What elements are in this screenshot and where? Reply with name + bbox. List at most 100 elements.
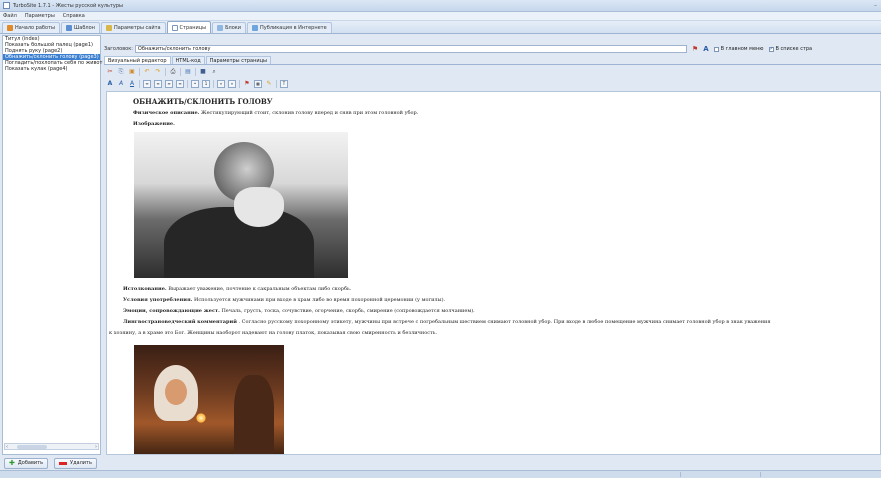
add-page-button[interactable]: ✚ Добавить (4, 457, 49, 469)
linguistic-comment: Лингвострановедческий комментарий . Согл… (123, 319, 771, 325)
undo-icon[interactable]: ↶ (143, 68, 151, 76)
add-page-label: Добавить (17, 460, 44, 466)
title-label: Заголовок: (104, 46, 133, 52)
outdent-icon[interactable]: « (217, 80, 225, 88)
align-center-icon[interactable]: ≡ (154, 80, 162, 88)
pages-icon (171, 24, 178, 31)
page-list-checkbox-label: В списке стра (775, 46, 813, 52)
interpretation-label: Истолкование. (123, 286, 167, 292)
status-bar (0, 470, 881, 478)
scroll-left-icon[interactable]: ‹ (6, 444, 8, 450)
minimize-icon[interactable]: – (863, 2, 877, 9)
photo-woman-candle[interactable] (134, 345, 284, 454)
redo-icon[interactable]: ↷ (154, 68, 162, 76)
photo-candle-flame (196, 413, 206, 423)
photo-figure-beard (234, 187, 284, 227)
photo-background-figure (234, 375, 274, 454)
page-editor: Заголовок: Обнажить/склонить голову ⚑ A … (104, 35, 881, 455)
blocks-icon (217, 25, 224, 31)
copy-icon[interactable]: ⎘ (117, 68, 125, 76)
delete-page-label: Удалить (70, 460, 92, 466)
bullet-list-icon[interactable]: • (191, 80, 199, 88)
tab-blocks[interactable]: Блоки (212, 22, 247, 33)
page-actions: ✚ Добавить Удалить (4, 456, 97, 470)
tab-template[interactable]: Шаблон (60, 22, 100, 33)
menu-file[interactable]: Файл (3, 13, 17, 19)
text-style-icon[interactable]: A (703, 45, 708, 53)
interpretation: Истолкование. Выражает уважение, почтени… (123, 286, 351, 292)
content-heading: ОБНАЖИТЬ/СКЛОНИТЬ ГОЛОВУ (133, 97, 273, 106)
tab-html-code[interactable]: HTML-код (171, 56, 205, 64)
main-tabbar: Начало работы Шаблон Параметры сайта Стр… (0, 21, 881, 34)
scroll-right-icon[interactable]: › (95, 444, 97, 450)
page-list-checkbox[interactable]: В списке стра (768, 46, 813, 52)
checkbox-box[interactable] (713, 46, 719, 52)
align-right-icon[interactable]: ≡ (165, 80, 173, 88)
tab-page-settings[interactable]: Параметры страницы (205, 56, 271, 64)
tab-label: Блоки (225, 25, 242, 31)
highlight-icon[interactable]: ✎ (265, 80, 273, 88)
editor-subtabs: Визуальный редактор HTML-код Параметры с… (104, 56, 881, 65)
toolbar-separator (239, 80, 240, 88)
emotions: Эмоции, сопровождающие жест. Печаль, гру… (123, 308, 475, 314)
main-menu-checkbox[interactable]: В главном меню (713, 46, 764, 52)
status-segment (680, 472, 681, 477)
tab-publish[interactable]: Публикация в Интернете (247, 22, 332, 33)
checkbox-box-checked[interactable] (768, 46, 774, 52)
page-title-field[interactable]: Обнажить/склонить голову (134, 45, 687, 53)
link-icon[interactable]: ⚑ (243, 80, 251, 88)
page-header-row: Заголовок: Обнажить/склонить голову ⚑ A … (104, 44, 881, 54)
delete-page-button[interactable]: Удалить (54, 457, 97, 469)
paste-icon[interactable]: ▣ (128, 68, 136, 76)
minus-icon (59, 461, 68, 465)
image-caption: Изображение. (133, 121, 175, 127)
italic-icon[interactable]: A (117, 80, 125, 88)
bold-icon[interactable]: A (106, 80, 114, 88)
pages-list-scrollbar[interactable]: ‹ › (4, 443, 99, 450)
toolbar-separator (180, 68, 181, 76)
table-icon[interactable]: ▦ (254, 80, 262, 88)
template-icon (65, 25, 72, 31)
tab-start[interactable]: Начало работы (2, 22, 60, 33)
tab-site-settings[interactable]: Параметры сайта (100, 22, 166, 33)
tab-label: Публикация в Интернете (260, 25, 327, 31)
emotions-text: Печаль, грусть, тоска, сочувствие, огорч… (221, 308, 475, 314)
physical-description-text: Жестикулирующий стоит, склонив голову вп… (200, 110, 419, 116)
align-justify-icon[interactable]: ≡ (176, 80, 184, 88)
insert-image-icon[interactable]: ▤ (184, 68, 192, 76)
indent-icon[interactable]: » (228, 80, 236, 88)
tab-visual-editor[interactable]: Визуальный редактор (104, 56, 171, 64)
align-left-icon[interactable]: ≡ (143, 80, 151, 88)
visual-editor-area[interactable]: ОБНАЖИТЬ/СКЛОНИТЬ ГОЛОВУ Физическое опис… (106, 91, 881, 455)
usage-conditions: Условия употребления. Используется мужчи… (123, 297, 445, 303)
toolbar-separator (187, 80, 188, 88)
underline-icon[interactable]: A (128, 80, 136, 88)
main-menu-checkbox-label: В главном меню (720, 46, 764, 52)
list-item[interactable]: Показать кулак (page4) (3, 66, 100, 72)
emotions-label: Эмоции, сопровождающие жест. (123, 308, 220, 314)
search-icon[interactable]: ⌕ (210, 68, 218, 76)
toolbar-separator (139, 68, 140, 76)
tab-pages[interactable]: Страницы (166, 21, 212, 33)
editor-toolbar-format: A A A ≡ ≡ ≡ ≡ • 1 « » ⚑ ▦ ✎ T (106, 79, 288, 89)
menu-help[interactable]: Справка (63, 13, 85, 19)
toolbar-separator (276, 80, 277, 88)
photo-elderly-man[interactable] (134, 132, 348, 278)
tab-label: Страницы (179, 24, 207, 31)
pages-list: Титул (index) Показать большой палец (pa… (2, 35, 102, 455)
linguistic-comment-cont: к хозяину, а в храме это Бог. Женщины на… (109, 330, 438, 336)
status-segment (760, 472, 761, 477)
save-icon[interactable]: ■ (199, 68, 207, 76)
numbered-list-icon[interactable]: 1 (202, 80, 210, 88)
clear-format-icon[interactable]: T (280, 80, 288, 88)
cut-icon[interactable]: ✂ (106, 68, 114, 76)
menu-parameters[interactable]: Параметры (25, 13, 55, 19)
flag-icon[interactable]: ⚑ (692, 45, 698, 53)
print-icon[interactable]: ⎙ (169, 68, 177, 76)
tab-label: Шаблон (73, 25, 95, 31)
linguistic-label: Лингвострановедческий комментарий (123, 319, 237, 325)
editor-toolbar-top: ✂ ⎘ ▣ ↶ ↷ ⎙ ▤ ■ ⌕ (106, 67, 218, 77)
scroll-thumb[interactable] (17, 445, 47, 449)
home-icon (7, 25, 13, 31)
plus-icon: ✚ (9, 459, 15, 467)
